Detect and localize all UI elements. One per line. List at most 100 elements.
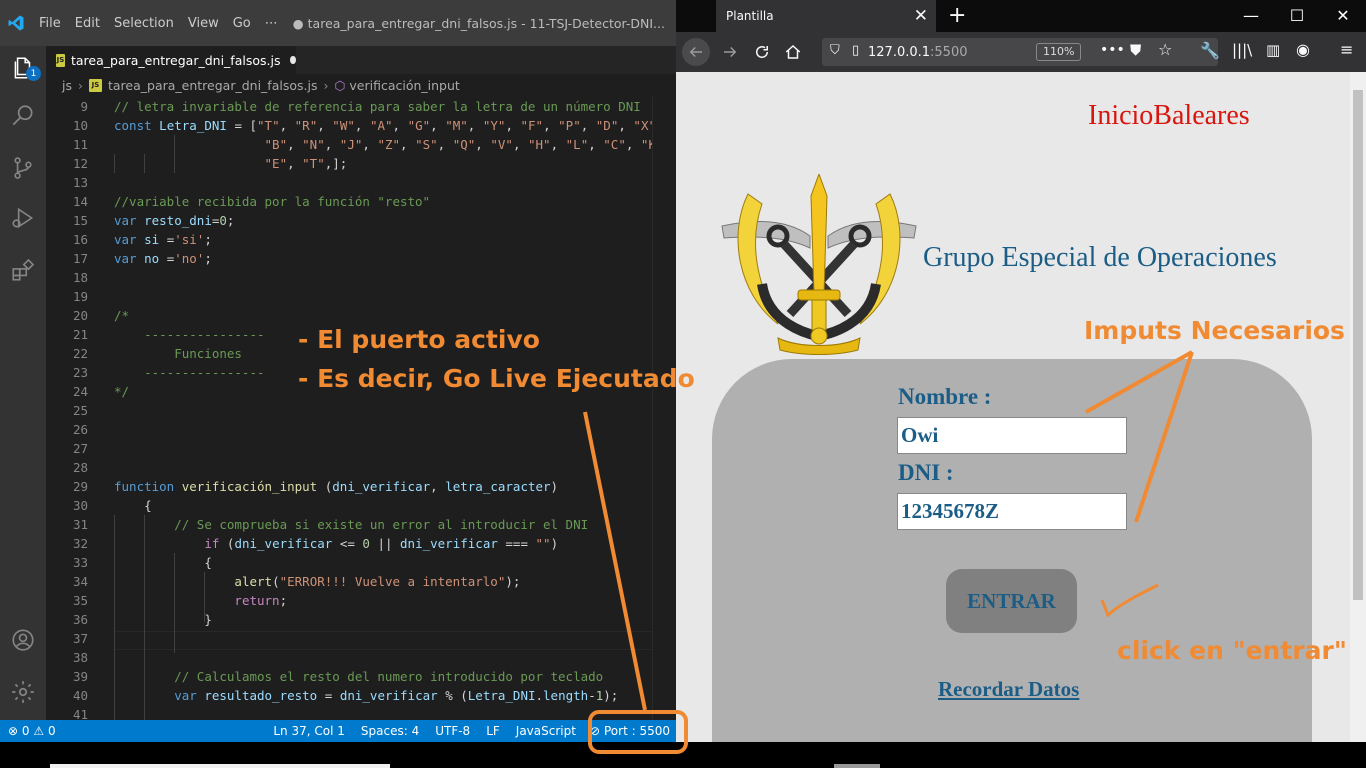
code-text[interactable]: ---------------- (114, 363, 264, 382)
zoom-indicator[interactable]: 110% (1036, 43, 1082, 61)
close-window-icon[interactable]: ✕ (1328, 4, 1358, 28)
search-icon[interactable] (0, 94, 46, 138)
code-text[interactable]: // letra invariable de referencia para s… (114, 97, 641, 116)
library-icon[interactable]: |||\ (1232, 41, 1252, 59)
home-icon[interactable] (779, 38, 807, 66)
back-icon[interactable] (682, 38, 710, 66)
code-text[interactable]: var si ='si'; (114, 230, 212, 249)
code-text[interactable]: /* (114, 306, 129, 325)
url-bar[interactable]: ⛉ ▯ 127.0.0.1:5500 110% ••• ⛊ ☆ (822, 38, 1218, 66)
scrollbar-thumb[interactable] (1353, 90, 1363, 600)
menu-file[interactable]: File (32, 16, 68, 31)
browser-tab[interactable]: Plantilla ✕ (716, 0, 936, 32)
code-line[interactable]: 19 (46, 287, 652, 306)
cursor-position[interactable]: Ln 37, Col 1 (265, 724, 353, 738)
settings-gear-icon[interactable] (0, 670, 46, 714)
menu-selection[interactable]: Selection (107, 16, 181, 31)
code-text[interactable]: var no ='no'; (114, 249, 212, 268)
inicio-baleares-link[interactable]: InicioBaleares (1088, 100, 1250, 132)
code-line[interactable]: 25 (46, 401, 652, 420)
code-text[interactable]: const Letra_DNI = ["T", "R", "W", "A", "… (114, 116, 652, 135)
code-text[interactable]: "E", "T",]; (114, 154, 348, 173)
name-input[interactable] (897, 417, 1127, 454)
menu-more[interactable]: ⋯ (258, 16, 285, 31)
minimize-icon[interactable]: — (1236, 4, 1266, 28)
code-line[interactable]: 32 if (dni_verificar <= 0 || dni_verific… (46, 534, 652, 553)
code-line[interactable]: 38 (46, 648, 652, 667)
code-line[interactable]: 41 (46, 705, 652, 720)
code-line[interactable]: 28 (46, 458, 652, 477)
code-text[interactable]: var resto_dni=0; (114, 211, 234, 230)
close-tab-icon[interactable]: ✕ (914, 6, 928, 26)
code-line[interactable]: 36 } (46, 610, 652, 629)
problems-status[interactable]: ⊗ 0 ⚠ 0 (0, 724, 64, 738)
code-line[interactable]: 39 // Calculamos el resto del numero int… (46, 667, 652, 686)
indentation[interactable]: Spaces: 4 (353, 724, 427, 738)
code-text[interactable]: // Se comprueba si existe un error al in… (114, 515, 588, 534)
extensions-icon[interactable] (0, 248, 46, 292)
code-text[interactable]: function verificación_input (dni_verific… (114, 477, 558, 496)
dni-input[interactable] (897, 493, 1127, 530)
code-text[interactable]: alert("ERROR!!! Vuelve a intentarlo"); (114, 572, 520, 591)
code-text[interactable]: var resultado_resto = dni_verificar % (L… (114, 686, 618, 705)
reload-icon[interactable] (748, 38, 776, 66)
tab-active-file[interactable]: JS tarea_para_entregar_dni_falsos.js (46, 46, 296, 74)
code-line[interactable]: 40 var resultado_resto = dni_verificar %… (46, 686, 652, 705)
url-text[interactable]: 127.0.0.1:5500 (868, 45, 968, 60)
sidebar-icon[interactable]: ▥ (1266, 41, 1280, 59)
code-text[interactable]: { (114, 496, 152, 515)
line-ending[interactable]: LF (478, 724, 508, 738)
menu-edit[interactable]: Edit (68, 16, 107, 31)
code-text[interactable]: Funciones (114, 344, 242, 363)
new-tab-icon[interactable]: + (948, 2, 966, 30)
page-actions-icon[interactable]: ••• (1100, 42, 1125, 58)
code-line[interactable]: 15 var resto_dni=0; (46, 211, 652, 230)
code-line[interactable]: 9 // letra invariable de referencia para … (46, 97, 652, 116)
code-line[interactable]: 31 // Se comprueba si existe un error al… (46, 515, 652, 534)
pocket-icon[interactable]: ⛊ (1130, 41, 1141, 59)
maximize-icon[interactable]: ☐ (1282, 4, 1312, 28)
code-line[interactable]: 12 "E", "T",]; (46, 154, 652, 173)
unsaved-dot-icon[interactable] (290, 56, 296, 64)
code-line[interactable]: 11 "B", "N", "J", "Z", "S", "Q", "V", "H… (46, 135, 652, 154)
recordar-datos-link[interactable]: Recordar Datos (938, 677, 1079, 702)
account-icon[interactable] (0, 618, 46, 662)
code-text[interactable]: */ (114, 382, 129, 401)
code-line[interactable]: 18 (46, 268, 652, 287)
code-line[interactable]: 29 function verificación_input (dni_verif… (46, 477, 652, 496)
code-line[interactable]: 27 (46, 439, 652, 458)
code-text[interactable]: // Calculamos el resto del numero introd… (114, 667, 603, 686)
breadcrumb-folder[interactable]: js (62, 78, 72, 93)
wrench-icon[interactable]: 🔧 (1200, 41, 1220, 60)
language-mode[interactable]: JavaScript (508, 724, 584, 738)
menu-go[interactable]: Go (226, 16, 258, 31)
live-server-port[interactable]: ⊘ Port : 5500 (583, 720, 676, 742)
code-text[interactable]: "B", "N", "J", "Z", "S", "Q", "V", "H", … (114, 135, 652, 154)
code-text[interactable]: } (114, 610, 212, 629)
shield-icon[interactable]: ⛉ (830, 43, 840, 58)
code-editor[interactable]: 9 // letra invariable de referencia para … (46, 97, 652, 720)
page-scrollbar[interactable] (1350, 72, 1366, 746)
page-info-icon[interactable]: ▯ (852, 43, 859, 58)
encoding[interactable]: UTF-8 (427, 724, 478, 738)
source-control-icon[interactable] (0, 146, 46, 190)
code-text[interactable]: { (114, 553, 212, 572)
run-debug-icon[interactable] (0, 196, 46, 240)
code-line[interactable]: 16 var si ='si'; (46, 230, 652, 249)
code-text[interactable]: ---------------- (114, 325, 264, 344)
forward-icon[interactable] (716, 38, 744, 66)
code-line[interactable]: 13 (46, 173, 652, 192)
code-text[interactable]: return; (114, 591, 287, 610)
code-text[interactable]: if (dni_verificar <= 0 || dni_verificar … (114, 534, 558, 553)
code-line[interactable]: 14 //variable recibida por la función "re… (46, 192, 652, 211)
bookmark-star-icon[interactable]: ☆ (1158, 40, 1172, 59)
code-text[interactable]: //variable recibida por la función "rest… (114, 192, 430, 211)
entrar-button[interactable]: ENTRAR (946, 569, 1077, 633)
code-line[interactable]: 37 (46, 629, 652, 648)
code-line[interactable]: 33 { (46, 553, 652, 572)
breadcrumb-file[interactable]: tarea_para_entregar_dni_falsos.js (108, 78, 317, 93)
code-line[interactable]: 26 (46, 420, 652, 439)
code-line[interactable]: 35 return; (46, 591, 652, 610)
account-icon[interactable]: ◉ (1296, 40, 1310, 59)
menu-view[interactable]: View (181, 16, 226, 31)
